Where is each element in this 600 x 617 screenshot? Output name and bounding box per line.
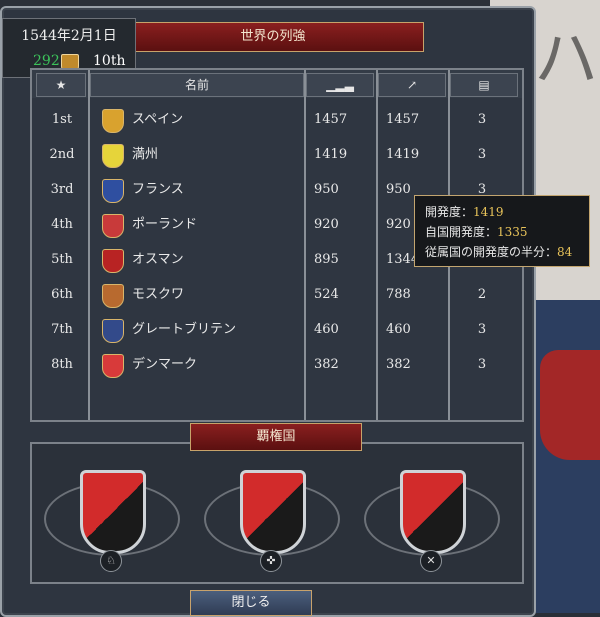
country-name[interactable]: デンマーク xyxy=(132,347,197,382)
table-row[interactable]: 8th デンマーク 382 382 3 xyxy=(32,347,522,382)
country-name[interactable]: モスクワ xyxy=(132,277,184,312)
hegemony-badge-icon: ♘ xyxy=(100,550,122,572)
rank-cell: 3rd xyxy=(50,182,74,197)
shield-icon xyxy=(400,470,466,554)
total-development-cell: 788 xyxy=(386,287,411,302)
naval-hegemony-emblem[interactable]: ✜ xyxy=(204,464,340,572)
country-name[interactable]: スペイン xyxy=(132,102,183,137)
development-cell: 460 xyxy=(314,322,339,337)
rank-cell: 2nd xyxy=(49,147,75,162)
development-cell: 895 xyxy=(314,252,339,267)
total-development-cell: 1457 xyxy=(386,112,420,127)
tooltip-line-subject-development: 従属国の開発度の半分：84 xyxy=(425,242,579,262)
rank-cell: 6th xyxy=(51,287,73,302)
development-cell: 920 xyxy=(314,217,339,232)
map-territory xyxy=(540,350,600,460)
tooltip-line-own-development: 自国開発度：1335 xyxy=(425,222,579,242)
trend-icon[interactable]: ↗ xyxy=(378,73,446,97)
count-cell: 3 xyxy=(477,112,487,127)
development-icon[interactable]: ▁▂▃ xyxy=(306,73,374,97)
star-icon[interactable]: ★ xyxy=(36,73,86,97)
tooltip-label: 開発度： xyxy=(425,205,474,219)
rank-cell: 7th xyxy=(51,322,73,337)
rank-cell: 8th xyxy=(51,357,73,372)
development-cell: 524 xyxy=(314,287,339,302)
development-cell: 1457 xyxy=(314,112,348,127)
country-flag-icon xyxy=(102,284,124,308)
country-name[interactable]: フランス xyxy=(132,172,184,207)
tooltip-value: 1335 xyxy=(497,225,528,239)
country-flag-icon xyxy=(102,179,124,203)
great-powers-window: 世界の列強 1544年2月1日 292 10th ★ 名前 ▁▂▃ ↗ ▤ 1s… xyxy=(0,6,536,617)
tooltip-line-development: 開発度：1419 xyxy=(425,202,579,222)
military-hegemony-emblem[interactable]: ✕ xyxy=(364,464,500,572)
total-development-cell: 1419 xyxy=(386,147,420,162)
table-row[interactable]: 2nd 満州 1419 1419 3 xyxy=(32,137,522,172)
count-cell: 3 xyxy=(477,147,487,162)
hegemony-badge-icon: ✕ xyxy=(420,550,442,572)
window-title: 世界の列強 xyxy=(122,22,424,52)
table-row[interactable]: 7th グレートブリテン 460 460 3 xyxy=(32,312,522,347)
country-flag-icon xyxy=(102,144,124,168)
close-button[interactable]: 閉じる xyxy=(190,590,312,616)
hegemony-badge-icon: ✜ xyxy=(260,550,282,572)
shield-icon xyxy=(80,470,146,554)
rank-cell: 5th xyxy=(51,252,73,267)
table-row[interactable]: 1st スペイン 1457 1457 3 xyxy=(32,102,522,137)
development-tooltip: 開発度：1419 自国開発度：1335 従属国の開発度の半分：84 xyxy=(414,195,590,267)
country-flag-icon xyxy=(102,214,124,238)
development-cell: 950 xyxy=(314,182,339,197)
score-value: 292 xyxy=(33,53,60,69)
count-cell: 3 xyxy=(477,357,487,372)
rank-cell: 4th xyxy=(51,217,73,232)
tooltip-value: 1419 xyxy=(473,205,504,219)
rank-value: 10th xyxy=(93,53,126,69)
layers-icon[interactable]: ▤ xyxy=(450,73,518,97)
rank-cell: 1st xyxy=(51,112,73,127)
current-date: 1544年2月1日 xyxy=(21,28,117,44)
tooltip-label: 自国開発度： xyxy=(425,225,498,239)
count-cell: 2 xyxy=(477,287,487,302)
country-name[interactable]: グレートブリテン xyxy=(132,312,236,347)
shield-icon xyxy=(240,470,306,554)
country-name[interactable]: オスマン xyxy=(132,242,184,277)
country-flag-icon xyxy=(102,354,124,378)
economic-hegemony-emblem[interactable]: ♘ xyxy=(44,464,180,572)
column-name[interactable]: 名前 xyxy=(90,73,304,97)
total-development-cell: 460 xyxy=(386,322,411,337)
tooltip-label: 従属国の開発度の半分： xyxy=(425,245,558,259)
tooltip-value: 84 xyxy=(557,245,573,259)
country-flag-icon xyxy=(102,319,124,343)
count-cell: 3 xyxy=(477,322,487,337)
table-row[interactable]: 6th モスクワ 524 788 2 xyxy=(32,277,522,312)
development-cell: 1419 xyxy=(314,147,348,162)
country-flag-icon xyxy=(102,249,124,273)
development-cell: 382 xyxy=(314,357,339,372)
country-flag-icon xyxy=(102,109,124,133)
total-development-cell: 382 xyxy=(386,357,411,372)
country-name[interactable]: ポーランド xyxy=(132,207,197,242)
hegemony-title: 覇権国 xyxy=(190,423,362,451)
map-lettering: ハ xyxy=(534,23,598,97)
country-name[interactable]: 満州 xyxy=(132,137,158,172)
